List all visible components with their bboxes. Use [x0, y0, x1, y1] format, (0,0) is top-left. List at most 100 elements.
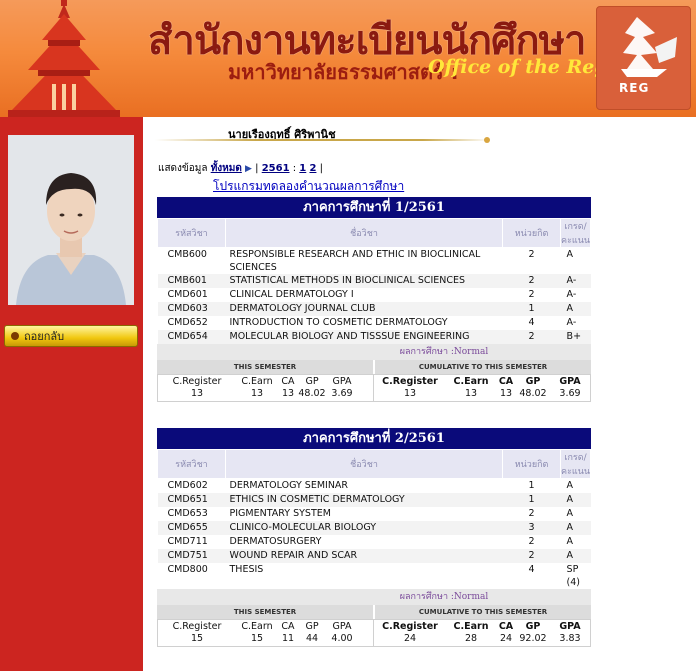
- value-c-earn: 28: [464, 632, 478, 644]
- course-code: CMD651: [157, 492, 226, 507]
- course-credit: 1: [502, 492, 561, 507]
- course-name: PIGMENTARY SYSTEM: [229, 507, 331, 519]
- back-button-label: ถอยกลับ: [24, 330, 65, 343]
- semester-title: ภาคการศึกษาที่ 2/2561: [157, 428, 591, 449]
- label-c-register: C.Register: [382, 376, 438, 387]
- value-ca: 24: [499, 632, 513, 644]
- table-row: CMD751 WOUND REPAIR AND SCAR 2 A: [157, 548, 591, 563]
- course-name: DERMATOLOGY JOURNAL CLUB: [225, 302, 503, 316]
- course-name: WOUND REPAIR AND SCAR: [225, 548, 503, 563]
- value-c-register: 24: [403, 632, 417, 644]
- cumulative-header: CUMULATIVE TO THIS SEMESTER: [373, 604, 591, 619]
- value-ca: 11: [281, 632, 295, 644]
- gpa-calculator-link[interactable]: โปรแกรมทดลองคำนวณผลการศึกษา: [213, 177, 404, 196]
- course-name: ETHICS IN COSMETIC DERMATOLOGY: [225, 492, 503, 507]
- table-row: CMD602 DERMATOLOGY SEMINAR 1 A: [158, 479, 591, 493]
- value-gp: 48.02: [298, 388, 326, 399]
- label-c-earn: C.Earn: [453, 620, 489, 632]
- sidebar: ถอยกลับ: [0, 117, 143, 671]
- value-gp: 44: [305, 632, 319, 644]
- course-name: CLINICO-MOLECULAR BIOLOGY: [225, 520, 503, 535]
- filter-semester-1-link[interactable]: 1: [299, 163, 306, 174]
- value-gpa: 3.69: [331, 388, 353, 399]
- back-button[interactable]: ถอยกลับ: [4, 325, 138, 347]
- table-row: CMD601 CLINICAL DERMATOLOGY I 2 A-: [158, 288, 591, 302]
- table-row: CMD800 THESIS 4 SP (4): [158, 563, 591, 589]
- reg-logo-text: REG: [619, 81, 650, 95]
- semester-block: ภาคการศึกษาที่ 1/2561 รหัสวิชา ชื่อวิชา …: [157, 197, 591, 402]
- course-name: INTRODUCTION TO COSMETIC DERMATOLOGY: [229, 317, 448, 328]
- course-name: DERMATOLOGY SEMINAR: [229, 480, 349, 491]
- label-gp: GP: [305, 620, 319, 632]
- col-header-code: รหัสวิชา: [157, 218, 226, 248]
- semester-block: ภาคการศึกษาที่ 2/2561 รหัสวิชา ชื่อวิชา …: [157, 428, 591, 647]
- label-c-register: C.Register: [172, 620, 222, 632]
- course-code: CMD800: [167, 563, 208, 575]
- filter-separator: |: [319, 163, 323, 174]
- filter-colon: :: [292, 163, 297, 174]
- col-header-grade: เกรด/คะแนน: [560, 218, 591, 248]
- divider: [155, 137, 490, 143]
- triangle-right-icon: ▶: [245, 164, 252, 174]
- this-semester-header: THIS SEMESTER: [157, 604, 373, 619]
- course-grade: A: [560, 520, 591, 535]
- value-c-earn: 13: [250, 388, 264, 399]
- course-grade: B+: [560, 330, 591, 344]
- course-code: CMD653: [167, 507, 208, 519]
- label-c-register: C.Register: [382, 620, 438, 632]
- course-name: DERMATOSURGERY: [229, 535, 322, 547]
- table-row: CMB600 RESPONSIBLE RESEARCH AND ETHIC IN…: [158, 248, 591, 275]
- summary-values: C.Register 15 C.Earn 15 CA 11 GP 44 GPA 4.00 …: [157, 618, 591, 647]
- course-name: STATISTICAL METHODS IN BIOCLINICAL SCIEN…: [225, 274, 503, 288]
- col-header-grade: เกรด/คะแนน: [560, 449, 591, 479]
- this-semester-header: THIS SEMESTER: [157, 360, 373, 374]
- course-credit: 2: [502, 330, 561, 344]
- page-header: สำนักงานทะเบียนนักศึกษา มหาวิทยาลัยธรรมศ…: [0, 0, 696, 117]
- this-semester-summary: C.Register 15 C.Earn 15 CA 11 GP 44 GPA 4.00: [158, 620, 373, 646]
- course-code: CMD655: [157, 520, 226, 535]
- student-photo: [8, 135, 134, 305]
- summary-values: C.Register 13 C.Earn 13 CA 13 GP 48.02 GPA 3.…: [157, 374, 591, 402]
- value-ca: 13: [499, 388, 513, 399]
- summary-header: THIS SEMESTER CUMULATIVE TO THIS SEMESTE…: [157, 360, 591, 374]
- col-header-name: ชื่อวิชา: [224, 449, 504, 479]
- reg-emblem-icon: [621, 17, 677, 77]
- label-gpa: GPA: [332, 620, 352, 632]
- summary-header: THIS SEMESTER CUMULATIVE TO THIS SEMESTE…: [157, 604, 591, 619]
- academic-status: ผลการศึกษา :Normal: [157, 344, 591, 360]
- cumulative-summary: C.Register 24 C.Earn 28 CA 24 GP 92.02 GPA 3.…: [373, 619, 590, 646]
- course-code: CMD601: [167, 289, 208, 300]
- course-credit: 4: [528, 317, 535, 328]
- course-credit: 2: [528, 289, 535, 300]
- filter-label: แสดงข้อมูล: [158, 163, 208, 174]
- label-c-earn: C.Earn: [241, 620, 273, 632]
- course-credit: 4: [528, 563, 535, 575]
- filter-semester-2-link[interactable]: 2: [309, 163, 316, 174]
- course-table: รหัสวิชา ชื่อวิชา หน่วยกิต เกรด/คะแนน CM…: [157, 218, 591, 344]
- filter-year-link[interactable]: 2561: [262, 163, 290, 174]
- course-name: THESIS: [229, 563, 264, 575]
- value-gp: 92.02: [519, 632, 547, 644]
- bullet-icon: [11, 332, 19, 340]
- value-ca: 13: [281, 388, 295, 399]
- label-gpa: GPA: [559, 376, 581, 387]
- course-code: CMD603: [157, 302, 226, 316]
- filter-all-link[interactable]: ทั้งหมด: [211, 163, 242, 174]
- course-grade: A: [560, 302, 591, 316]
- label-gp: GP: [525, 376, 541, 387]
- label-c-earn: C.Earn: [453, 376, 489, 387]
- course-grade: A: [566, 480, 574, 491]
- value-gpa: 3.83: [559, 632, 581, 644]
- label-c-earn: C.Earn: [241, 376, 273, 387]
- table-row: CMD711 DERMATOSURGERY 2 A: [158, 535, 591, 549]
- course-credit: 1: [502, 302, 561, 316]
- university-dome-logo: [8, 0, 120, 117]
- label-c-register: C.Register: [172, 376, 222, 387]
- value-c-earn: 15: [250, 632, 264, 644]
- course-code: CMD711: [167, 535, 208, 547]
- course-grade: A-: [566, 317, 577, 328]
- reg-logo: REG: [596, 6, 691, 110]
- col-header-credit: หน่วยกิต: [502, 218, 562, 248]
- label-ca: CA: [281, 376, 295, 387]
- course-code: CMD652: [167, 317, 208, 328]
